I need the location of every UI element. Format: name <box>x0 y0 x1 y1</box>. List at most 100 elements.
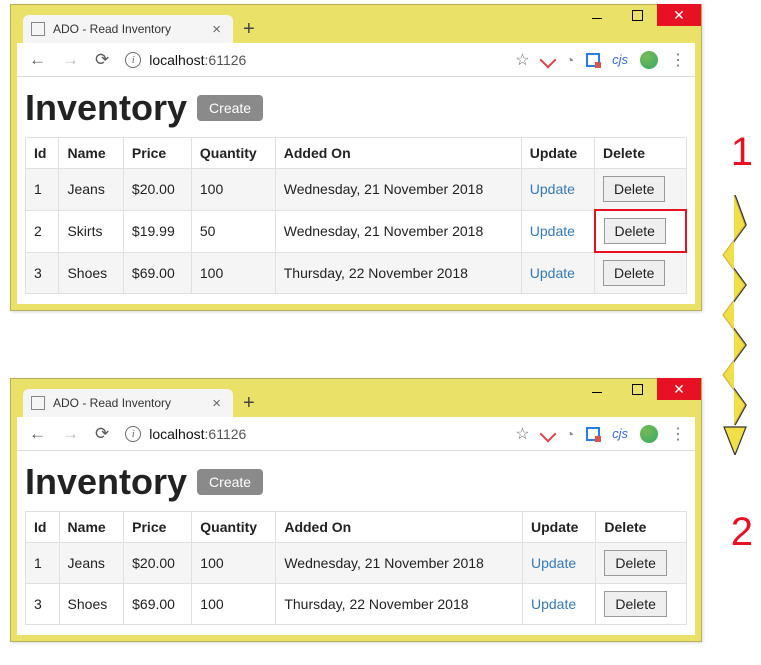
reload-button[interactable]: ⟳ <box>91 50 113 70</box>
page-favicon-icon <box>31 396 45 410</box>
extension-c-icon[interactable] <box>586 427 600 441</box>
forward-button[interactable]: → <box>58 50 83 70</box>
cell-added-on: Wednesday, 21 November 2018 <box>275 210 521 252</box>
profile-avatar[interactable] <box>640 51 658 69</box>
col-id: Id <box>26 138 59 169</box>
update-link[interactable]: Update <box>531 555 576 571</box>
update-link[interactable]: Update <box>531 596 576 612</box>
col-id: Id <box>26 512 60 543</box>
extension-cjs-icon[interactable]: cjs <box>612 52 628 67</box>
cell-added-on: Wednesday, 21 November 2018 <box>276 543 523 584</box>
close-window-button[interactable]: ✕ <box>657 4 701 26</box>
flow-arrow <box>722 195 748 455</box>
close-window-button[interactable]: ✕ <box>657 378 701 400</box>
extension-b-icon[interactable]: ◔ <box>566 426 574 442</box>
bookmark-icon[interactable]: ☆ <box>515 50 529 70</box>
cell-price: $20.00 <box>123 169 191 211</box>
page-content: Inventory Create Id Name Price Quantity … <box>17 451 695 635</box>
cell-quantity: 100 <box>192 543 276 584</box>
col-quantity: Quantity <box>192 512 276 543</box>
extension-b-icon[interactable]: ◔ <box>566 52 574 68</box>
table-row: 3 Shoes $69.00 100 Thursday, 22 November… <box>26 584 687 625</box>
delete-button-highlighted[interactable]: Delete <box>604 218 666 244</box>
cell-id: 1 <box>26 543 60 584</box>
update-link[interactable]: Update <box>530 223 575 239</box>
table-row: 1 Jeans $20.00 100 Wednesday, 21 Novembe… <box>26 543 687 584</box>
cell-name: Skirts <box>59 210 123 252</box>
cell-price: $20.00 <box>124 543 192 584</box>
cell-added-on: Thursday, 22 November 2018 <box>276 584 523 625</box>
cell-added-on: Wednesday, 21 November 2018 <box>275 169 521 211</box>
create-button[interactable]: Create <box>197 469 263 495</box>
address-bar[interactable]: localhost:61126 <box>149 426 507 442</box>
col-name: Name <box>59 512 124 543</box>
restore-button[interactable] <box>617 4 657 26</box>
browser-window-before: ✕ ADO - Read Inventory × + ← → ⟳ i local… <box>10 4 702 311</box>
col-name: Name <box>59 138 123 169</box>
profile-avatar[interactable] <box>640 425 658 443</box>
close-tab-icon[interactable]: × <box>208 396 225 411</box>
update-link[interactable]: Update <box>530 181 575 197</box>
bookmark-icon[interactable]: ☆ <box>515 424 529 444</box>
col-price: Price <box>123 138 191 169</box>
toolbar: ← → ⟳ i localhost:61126 ☆ ◔ cjs ⋮ <box>17 417 695 451</box>
delete-button[interactable]: Delete <box>603 260 665 286</box>
window-controls: ✕ <box>577 4 701 26</box>
inventory-table: Id Name Price Quantity Added On Update D… <box>25 137 687 294</box>
delete-button[interactable]: Delete <box>604 591 666 617</box>
table-row: 3 Shoes $69.00 100 Thursday, 22 November… <box>26 252 687 294</box>
back-button[interactable]: ← <box>25 424 50 444</box>
col-price: Price <box>124 512 192 543</box>
cell-quantity: 100 <box>191 252 275 294</box>
forward-button[interactable]: → <box>58 424 83 444</box>
cell-price: $69.00 <box>123 252 191 294</box>
step-label-1: 1 <box>731 130 753 175</box>
cell-price: $19.99 <box>123 210 191 252</box>
col-delete: Delete <box>595 138 687 169</box>
cell-id: 3 <box>26 584 60 625</box>
browser-tab[interactable]: ADO - Read Inventory × <box>23 389 233 417</box>
page-content: Inventory Create Id Name Price Quantity … <box>17 77 695 304</box>
minimize-button[interactable] <box>577 4 617 26</box>
site-info-icon[interactable]: i <box>125 426 141 442</box>
cell-name: Jeans <box>59 543 124 584</box>
cell-quantity: 100 <box>192 584 276 625</box>
cell-id: 3 <box>26 252 59 294</box>
col-update: Update <box>521 138 594 169</box>
tab-title: ADO - Read Inventory <box>53 396 208 410</box>
inventory-table: Id Name Price Quantity Added On Update D… <box>25 511 687 625</box>
minimize-button[interactable] <box>577 378 617 400</box>
browser-window-after: ✕ ADO - Read Inventory × + ← → ⟳ i local… <box>10 378 702 642</box>
table-row: 2 Skirts $19.99 50 Wednesday, 21 Novembe… <box>26 210 687 252</box>
delete-button[interactable]: Delete <box>603 176 665 202</box>
browser-tab[interactable]: ADO - Read Inventory × <box>23 15 233 43</box>
reload-button[interactable]: ⟳ <box>91 424 113 444</box>
cell-price: $69.00 <box>124 584 192 625</box>
address-bar[interactable]: localhost:61126 <box>149 52 507 68</box>
new-tab-button[interactable]: + <box>233 19 265 39</box>
col-update: Update <box>522 512 595 543</box>
cell-name: Jeans <box>59 169 123 211</box>
delete-button[interactable]: Delete <box>604 550 666 576</box>
close-tab-icon[interactable]: × <box>208 22 225 37</box>
extension-cjs-icon[interactable]: cjs <box>612 426 628 441</box>
cell-name: Shoes <box>59 584 124 625</box>
menu-icon[interactable]: ⋮ <box>670 50 687 70</box>
new-tab-button[interactable]: + <box>233 393 265 413</box>
col-quantity: Quantity <box>191 138 275 169</box>
col-delete: Delete <box>596 512 687 543</box>
extension-a-icon[interactable] <box>539 425 556 442</box>
restore-button[interactable] <box>617 378 657 400</box>
back-button[interactable]: ← <box>25 50 50 70</box>
table-row: 1 Jeans $20.00 100 Wednesday, 21 Novembe… <box>26 169 687 211</box>
tab-title: ADO - Read Inventory <box>53 22 208 36</box>
site-info-icon[interactable]: i <box>125 52 141 68</box>
page-title: Inventory <box>25 87 187 129</box>
extension-a-icon[interactable] <box>539 51 556 68</box>
extension-c-icon[interactable] <box>586 53 600 67</box>
page-favicon-icon <box>31 22 45 36</box>
menu-icon[interactable]: ⋮ <box>670 424 687 444</box>
create-button[interactable]: Create <box>197 95 263 121</box>
cell-id: 1 <box>26 169 59 211</box>
update-link[interactable]: Update <box>530 265 575 281</box>
